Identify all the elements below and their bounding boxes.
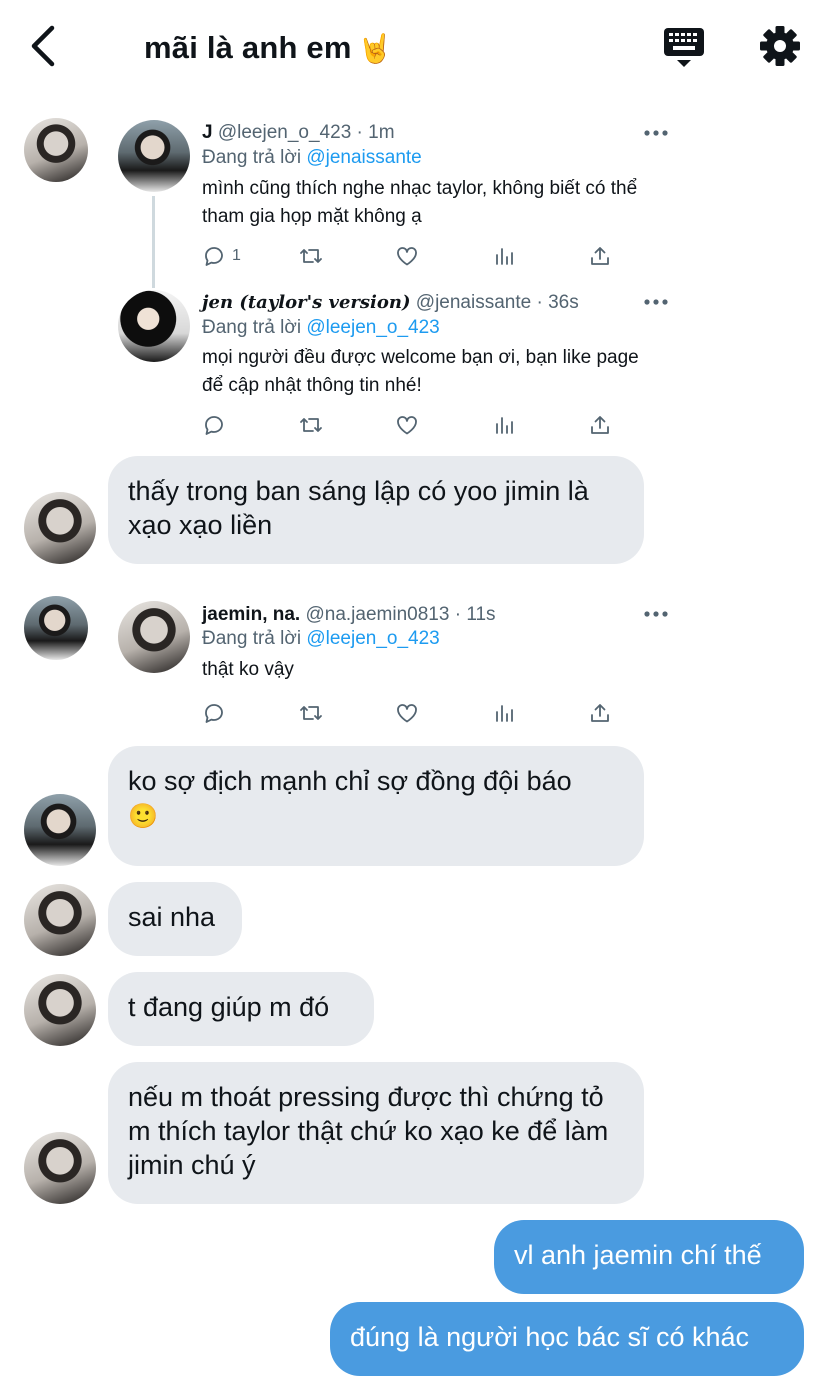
- tweet-actions: 1: [202, 242, 622, 270]
- slight-smile-emoji: 🙂: [128, 803, 158, 830]
- like-button[interactable]: [395, 411, 419, 439]
- reply-context: Đang trả lời @leejen_o_423: [202, 317, 440, 339]
- stats-icon: [496, 417, 513, 434]
- stats-button[interactable]: [492, 411, 516, 439]
- reply-button[interactable]: [202, 411, 226, 439]
- sender-avatar[interactable]: [24, 884, 96, 956]
- tweet-actions: [202, 411, 622, 439]
- share-button[interactable]: [588, 411, 612, 439]
- reply-context: Đang trả lời @leejen_o_423: [202, 628, 440, 650]
- message-bubble[interactable]: thấy trong ban sáng lập có yoo jimin là …: [108, 456, 644, 564]
- my-message-bubble[interactable]: đúng là người học bác sĩ có khác: [330, 1302, 804, 1376]
- tweet-author-name[interactable]: jen (taylor's version): [202, 292, 411, 313]
- tweet-header: J @leejen_o_423 · 1m: [202, 122, 395, 144]
- stats-icon: [496, 705, 513, 722]
- message-bubble[interactable]: nếu m thoát pressing được thì chứng tỏ m…: [108, 1062, 644, 1204]
- message-bubble[interactable]: t đang giúp m đó: [108, 972, 374, 1046]
- tweet-header: jaemin, na. @na.jaemin0813 · 11s: [202, 604, 496, 626]
- keyboard-button[interactable]: [660, 24, 708, 70]
- keyboard-icon: [664, 28, 704, 67]
- tweet-text: mọi người đều được welcome bạn ơi, bạn l…: [202, 347, 639, 396]
- share-icon: [591, 247, 609, 265]
- retweet-button[interactable]: [298, 699, 324, 727]
- back-button[interactable]: [24, 24, 64, 68]
- message-bubble[interactable]: ko sợ địch mạnh chỉ sợ đồng đội báo 🙂: [108, 746, 644, 866]
- tweet-author-name[interactable]: J: [202, 122, 213, 143]
- sender-avatar[interactable]: [24, 596, 88, 660]
- message-bubble[interactable]: sai nha: [108, 882, 242, 956]
- tweet-actions: [202, 699, 622, 727]
- tweet-time: · 36s: [536, 292, 579, 313]
- stats-button[interactable]: [492, 699, 516, 727]
- tweet-author-avatar[interactable]: [118, 120, 190, 192]
- tweet-text: mình cũng thích nghe nhạc taylor, không …: [202, 178, 638, 227]
- reply-mention[interactable]: @leejen_o_423: [306, 317, 439, 338]
- reply-mention[interactable]: @leejen_o_423: [306, 628, 439, 649]
- retweet-button[interactable]: [298, 411, 324, 439]
- sender-avatar[interactable]: [24, 974, 96, 1046]
- tweet-author-handle[interactable]: @jenaissante: [416, 292, 531, 313]
- tweet-author-avatar[interactable]: [118, 290, 190, 362]
- sender-avatar[interactable]: [24, 118, 88, 182]
- like-icon: [397, 416, 417, 435]
- sender-avatar[interactable]: [24, 492, 96, 564]
- back-arrow-icon: [31, 25, 55, 67]
- share-icon: [591, 704, 609, 722]
- tweet-author-handle[interactable]: @leejen_o_423: [218, 122, 351, 143]
- tweet-text: thật ko vậy: [202, 659, 294, 680]
- thread-connector: [152, 196, 155, 288]
- reply-prefix: Đang trả lời: [202, 147, 302, 168]
- my-message-bubble[interactable]: vl anh jaemin chí thế: [494, 1220, 804, 1294]
- gear-icon: [760, 26, 800, 66]
- settings-button[interactable]: [756, 22, 804, 70]
- like-button[interactable]: [395, 242, 419, 270]
- like-icon: [397, 247, 417, 266]
- tweet-time: · 1m: [356, 122, 395, 143]
- retweet-icon: [300, 706, 322, 720]
- like-button[interactable]: [395, 699, 419, 727]
- more-icon[interactable]: [643, 297, 669, 307]
- conversation-title: mãi là anh em 🤘: [144, 30, 393, 66]
- reply-icon: [205, 704, 223, 723]
- reply-prefix: Đang trả lời: [202, 317, 302, 338]
- message-text: ko sợ địch mạnh chỉ sợ đồng đội báo: [128, 766, 572, 796]
- share-icon: [591, 416, 609, 434]
- rock-hand-emoji: 🤘: [357, 33, 393, 64]
- reply-mention[interactable]: @jenaissante: [306, 147, 421, 168]
- reply-icon: [205, 247, 223, 266]
- reply-button[interactable]: [202, 699, 226, 727]
- retweet-icon: [300, 249, 322, 263]
- reply-context: Đang trả lời @jenaissante: [202, 147, 422, 169]
- reply-prefix: Đang trả lời: [202, 628, 302, 649]
- like-icon: [397, 704, 417, 723]
- tweet-author-avatar[interactable]: [118, 601, 190, 673]
- conversation-header: mãi là anh em 🤘: [0, 0, 828, 92]
- stats-icon: [496, 248, 513, 265]
- more-icon[interactable]: [643, 609, 669, 619]
- retweet-button[interactable]: [298, 242, 324, 270]
- tweet-time: · 11s: [454, 604, 496, 625]
- stats-button[interactable]: [492, 242, 516, 270]
- share-button[interactable]: [588, 242, 612, 270]
- tweet-author-handle[interactable]: @na.jaemin0813: [305, 604, 449, 625]
- more-icon[interactable]: [643, 128, 669, 138]
- sender-avatar[interactable]: [24, 794, 96, 866]
- reply-button[interactable]: 1: [202, 242, 241, 270]
- share-button[interactable]: [588, 699, 612, 727]
- tweet-author-name[interactable]: jaemin, na.: [202, 604, 300, 625]
- retweet-icon: [300, 418, 322, 432]
- reply-icon: [205, 416, 223, 435]
- tweet-header: jen (taylor's version) @jenaissante · 36…: [202, 292, 579, 314]
- sender-avatar[interactable]: [24, 1132, 96, 1204]
- conversation-title-text: mãi là anh em: [144, 30, 352, 65]
- reply-count: 1: [232, 247, 241, 264]
